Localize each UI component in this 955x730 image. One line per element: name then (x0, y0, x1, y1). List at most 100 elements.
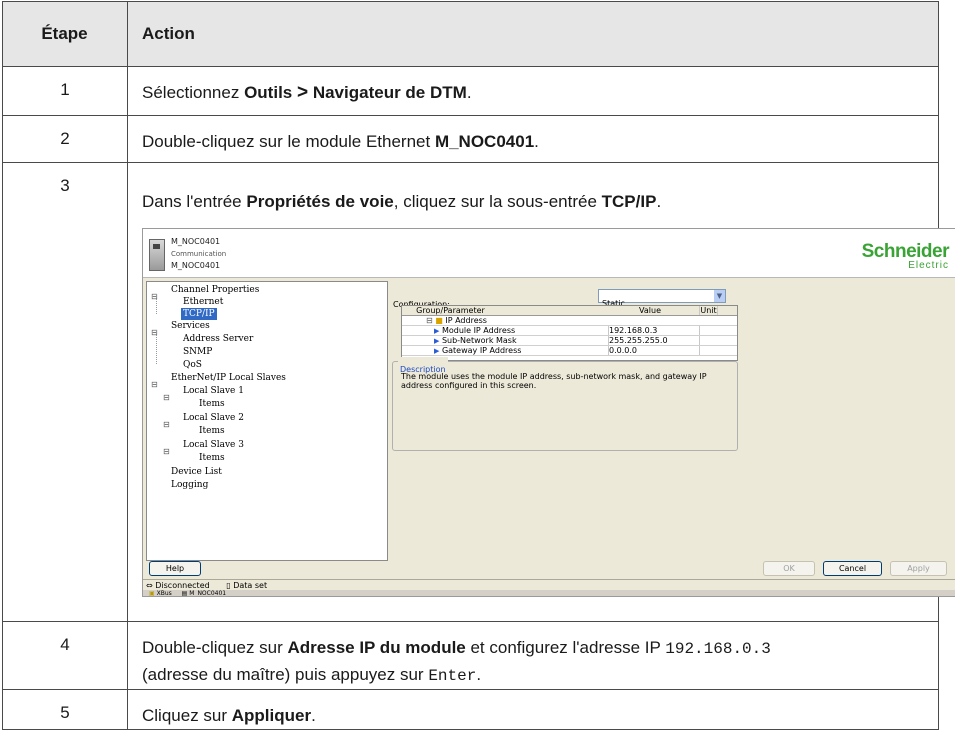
ip-address-group: ⊟ ■ IP Address (426, 316, 487, 325)
module-tab-icon: ▤ (181, 590, 188, 597)
param-value[interactable]: 192.168.0.3 (609, 326, 700, 335)
disconnected-icon: ⇔ (146, 581, 153, 590)
key-name: Enter (428, 667, 477, 685)
action-text: Dans l'entrée (142, 192, 247, 211)
header-action: Action (127, 1, 939, 67)
table-row: 4 Double-cliquez sur Adresse IP du modul… (2, 621, 939, 690)
param-name: Module IP Address (441, 326, 516, 335)
table-row: 2 Double-cliquez sur le module Ethernet … (2, 115, 939, 163)
tree-item-channel-properties[interactable]: Channel Properties (171, 284, 259, 296)
module-name: M_NOC0401 (434, 132, 535, 151)
tree-item-tcpip[interactable]: TCP/IP (181, 308, 217, 320)
collapse-icon[interactable]: ⊟ (151, 372, 158, 397)
action-text: . (466, 83, 472, 102)
step-number: 4 (2, 621, 128, 690)
action-text: Sélectionnez (142, 83, 245, 102)
step-action: Cliquez sur Appliquer. (127, 689, 939, 730)
expand-arrow-icon: ▶ (434, 347, 440, 355)
device-type: M_NOC0401 (171, 261, 221, 270)
tree-item-local-slave-3[interactable]: Local Slave 3 (183, 439, 244, 451)
schneider-logo: Schneider Electric (861, 241, 950, 271)
apply-button[interactable]: Apply (890, 561, 947, 576)
dataset-label: Data set (233, 581, 268, 590)
action-text: . (534, 132, 539, 151)
ok-button[interactable]: OK (763, 561, 815, 576)
tree-item-ethernet[interactable]: Ethernet (183, 296, 223, 308)
parameter-name: Adresse IP du module (287, 638, 466, 657)
grid-group-row[interactable]: ⊟ ■ IP Address (402, 316, 737, 326)
xbus-icon: ▣ (149, 590, 155, 597)
menu-name: Outils (244, 83, 293, 102)
action-text: et configurez l'adresse IP (465, 638, 666, 657)
step-action: Double-cliquez sur Adresse IP du module … (127, 621, 939, 690)
device-info: M_NOC0401 Communication M_NOC0401 (171, 236, 226, 272)
button-name: Appliquer (231, 706, 312, 725)
expand-arrow-icon: ▶ (434, 337, 440, 345)
tab-module[interactable]: M_NOC0401 (189, 590, 226, 596)
tab-xbus[interactable]: XBus (157, 590, 172, 596)
grid-row[interactable]: ▶ Gateway IP Address 0.0.0.0 (402, 346, 737, 356)
tree-item-address-server[interactable]: Address Server (183, 333, 253, 345)
param-name: Sub-Network Mask (441, 336, 517, 345)
button-bar: Help OK Cancel Apply (143, 561, 955, 577)
header-step: Étape (2, 1, 128, 67)
connection-status: Disconnected (155, 581, 210, 590)
table-row: 5 Cliquez sur Appliquer. (2, 689, 939, 730)
tree-item-services[interactable]: Services (171, 320, 210, 332)
parameter-grid: Group/Parameter Value Unit ⊟ ■ IP Addres… (401, 305, 738, 361)
configuration-select[interactable]: Static ▼ (598, 289, 726, 308)
help-button[interactable]: Help (149, 561, 201, 576)
dtm-header: M_NOC0401 Communication M_NOC0401 Schnei… (143, 229, 955, 278)
action-text: . (656, 192, 662, 211)
collapse-icon[interactable]: ⊟ (163, 385, 170, 410)
param-name: Gateway IP Address (441, 346, 522, 355)
grid-row[interactable]: ▶ Sub-Network Mask 255.255.255.0 (402, 336, 737, 346)
action-text: . (476, 665, 482, 684)
action-text: Cliquez sur (142, 706, 232, 725)
device-category: Communication (171, 250, 227, 258)
step-number: 5 (2, 689, 128, 730)
tree-item-device-list[interactable]: Device List (171, 466, 222, 478)
bottom-tabs: ▣ XBus ▤ M_NOC0401 (143, 590, 955, 597)
tree-item-qos[interactable]: QoS (183, 359, 202, 371)
ip-address-value: 192.168.0.3 (665, 640, 771, 658)
collapse-icon[interactable]: ⊟ (163, 412, 170, 437)
device-icon (149, 239, 165, 271)
expand-arrow-icon: ▶ (434, 327, 440, 335)
step-action: Sélectionnez Outils > Navigateur de DTM. (127, 66, 939, 116)
device-name: M_NOC0401 (171, 237, 221, 246)
step-instruction: Dans l'entrée Propriétés de voie, clique… (142, 189, 926, 214)
param-value[interactable]: 0.0.0.0 (609, 346, 700, 355)
steps-table: Étape Action 1 Sélectionnez Outils > Nav… (2, 1, 955, 730)
action-text: (adresse du maître) puis appuyez sur (142, 665, 429, 684)
table-row: 1 Sélectionnez Outils > Navigateur de DT… (2, 66, 939, 116)
tree-item-local-slaves[interactable]: EtherNet/IP Local Slaves (171, 372, 286, 384)
grid-header-unit: Unit (700, 306, 718, 315)
tree-item-local-slave-2[interactable]: Local Slave 2 (183, 412, 244, 424)
dtm-screenshot: M_NOC0401 Communication M_NOC0401 Schnei… (142, 228, 955, 597)
grid-header-group: Group/Parameter (416, 306, 485, 315)
tree-item-items[interactable]: Items (199, 425, 225, 437)
step-number: 3 (2, 162, 128, 622)
action-text: Double-cliquez sur le module Ethernet (142, 132, 435, 151)
tree-item-items[interactable]: Items (199, 398, 225, 410)
grid-row[interactable]: ▶ Module IP Address 192.168.0.3 (402, 326, 737, 336)
action-text: . (311, 706, 316, 725)
chevron-down-icon[interactable]: ▼ (714, 290, 725, 302)
tree-item-logging[interactable]: Logging (171, 479, 208, 491)
param-value[interactable]: 255.255.255.0 (609, 336, 700, 345)
dataset-icon: ▯ (226, 581, 231, 590)
collapse-icon[interactable]: ⊟ (163, 439, 170, 464)
sub-entry-name: TCP/IP (601, 192, 657, 211)
tree-item-local-slave-1[interactable]: Local Slave 1 (183, 385, 244, 397)
description-text: The module uses the module IP address, s… (401, 372, 707, 390)
step-number: 2 (2, 115, 128, 163)
cancel-button[interactable]: Cancel (823, 561, 882, 576)
tree-item-snmp[interactable]: SNMP (183, 346, 212, 358)
grid-header-value: Value (601, 306, 700, 315)
step-action: Dans l'entrée Propriétés de voie, clique… (127, 162, 955, 622)
navigation-tree[interactable]: ⊟ Channel Properties Ethernet TCP/IP ⊟ S… (146, 281, 388, 561)
tree-item-items[interactable]: Items (199, 452, 225, 464)
step-number: 1 (2, 66, 128, 116)
grid-header-row: Group/Parameter Value Unit (402, 306, 737, 316)
